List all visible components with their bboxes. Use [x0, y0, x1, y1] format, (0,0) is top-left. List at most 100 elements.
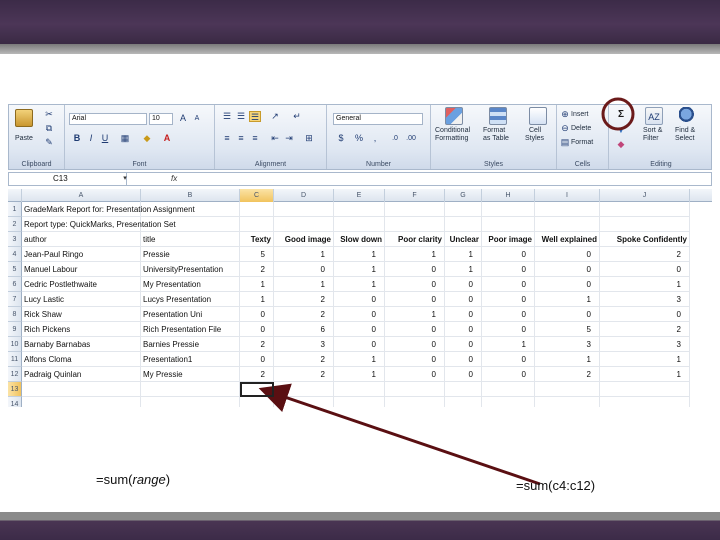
select-all-corner[interactable] — [8, 189, 22, 202]
row-header[interactable]: 7 — [8, 292, 22, 307]
cell-c6[interactable]: 1 — [240, 277, 274, 292]
underline-button[interactable]: U — [99, 133, 111, 144]
cell-g2[interactable] — [445, 217, 482, 232]
cell-j2[interactable] — [600, 217, 690, 232]
cell-b2[interactable] — [141, 217, 240, 232]
cell-b6[interactable]: My Presentation — [141, 277, 240, 292]
cell-f7[interactable]: 0 — [385, 292, 445, 307]
cell-h10[interactable]: 1 — [482, 337, 535, 352]
cell-i6[interactable]: 0 — [535, 277, 600, 292]
cell-j14[interactable] — [600, 397, 690, 407]
number-format-combo[interactable]: General — [333, 113, 423, 125]
cell-a6[interactable]: Cedric Postlethwaite — [22, 277, 141, 292]
cell-f8[interactable]: 1 — [385, 307, 445, 322]
cell-i4[interactable]: 0 — [535, 247, 600, 262]
cell-d4[interactable]: 1 — [274, 247, 334, 262]
cell-h5[interactable]: 0 — [482, 262, 535, 277]
sort-filter-icon[interactable]: AZ — [645, 107, 663, 125]
cell-c10[interactable]: 2 — [240, 337, 274, 352]
cell-j13[interactable] — [600, 382, 690, 397]
cell-b5[interactable]: UniversityPresentation — [141, 262, 240, 277]
currency-button[interactable]: $ — [335, 133, 347, 144]
cell-g8[interactable]: 0 — [445, 307, 482, 322]
cell-e11[interactable]: 1 — [334, 352, 385, 367]
cell-f5[interactable]: 0 — [385, 262, 445, 277]
cell-d8[interactable]: 2 — [274, 307, 334, 322]
cell-e10[interactable]: 0 — [334, 337, 385, 352]
cell-j3[interactable]: Spoke Confidently — [600, 232, 690, 247]
cell-f4[interactable]: 1 — [385, 247, 445, 262]
cell-styles-label-1[interactable]: Cell — [529, 127, 541, 135]
cell-e8[interactable]: 0 — [334, 307, 385, 322]
cell-h11[interactable]: 0 — [482, 352, 535, 367]
column-header-g[interactable]: G — [445, 189, 482, 202]
column-header-h[interactable]: H — [482, 189, 535, 202]
cell-c7[interactable]: 1 — [240, 292, 274, 307]
cell-a9[interactable]: Rich Pickens — [22, 322, 141, 337]
cell-g7[interactable]: 0 — [445, 292, 482, 307]
column-header-f[interactable]: F — [385, 189, 445, 202]
row-header[interactable]: 2 — [8, 217, 22, 232]
cell-g9[interactable]: 0 — [445, 322, 482, 337]
merge-center-icon[interactable]: ⊞ — [303, 133, 315, 144]
cell-e5[interactable]: 1 — [334, 262, 385, 277]
insert-cells-icon[interactable]: ⊕ — [559, 109, 571, 120]
cell-i5[interactable]: 0 — [535, 262, 600, 277]
align-right-icon[interactable]: ≡ — [249, 133, 261, 144]
cell-a14[interactable] — [22, 397, 141, 407]
cell-a13[interactable] — [22, 382, 141, 397]
wrap-text-icon[interactable]: ↵ — [291, 111, 303, 122]
cell-a10[interactable]: Barnaby Barnabas — [22, 337, 141, 352]
comma-button[interactable]: , — [369, 133, 381, 144]
format-as-table-label-1[interactable]: Format — [483, 127, 505, 135]
row-header[interactable]: 9 — [8, 322, 22, 337]
cell-f10[interactable]: 0 — [385, 337, 445, 352]
cell-g1[interactable] — [445, 202, 482, 217]
cell-f2[interactable] — [385, 217, 445, 232]
cell-b12[interactable]: My Pressie — [141, 367, 240, 382]
paste-button[interactable]: Paste — [15, 135, 33, 143]
find-select-label-1[interactable]: Find & — [675, 127, 695, 135]
cell-h1[interactable] — [482, 202, 535, 217]
grow-font-icon[interactable]: A — [177, 113, 189, 124]
cell-e9[interactable]: 0 — [334, 322, 385, 337]
align-bottom-icon[interactable]: ☰ — [249, 111, 261, 122]
cell-a3[interactable]: author — [22, 232, 141, 247]
borders-icon[interactable]: ▦ — [119, 133, 131, 144]
column-header-b[interactable]: B — [141, 189, 240, 202]
cell-a4[interactable]: Jean-Paul Ringo — [22, 247, 141, 262]
cell-g6[interactable]: 0 — [445, 277, 482, 292]
orientation-icon[interactable]: ↗ — [269, 111, 281, 122]
cell-e6[interactable]: 1 — [334, 277, 385, 292]
copy-icon[interactable]: ⧉ — [43, 123, 55, 134]
fill-color-icon[interactable]: ◆ — [141, 133, 153, 144]
format-as-table-label-2[interactable]: as Table — [483, 135, 509, 143]
cell-j1[interactable] — [600, 202, 690, 217]
column-header-j[interactable]: J — [600, 189, 690, 202]
fx-label[interactable]: fx — [171, 173, 177, 185]
cell-c13[interactable] — [240, 382, 274, 397]
align-center-icon[interactable]: ≡ — [235, 133, 247, 144]
row-header[interactable]: 6 — [8, 277, 22, 292]
cell-e7[interactable]: 0 — [334, 292, 385, 307]
cell-h9[interactable]: 0 — [482, 322, 535, 337]
cell-a5[interactable]: Manuel Labour — [22, 262, 141, 277]
cell-d1[interactable] — [274, 202, 334, 217]
cell-h6[interactable]: 0 — [482, 277, 535, 292]
find-select-icon[interactable] — [679, 107, 697, 125]
font-color-icon[interactable]: A — [161, 133, 173, 144]
cell-d6[interactable]: 1 — [274, 277, 334, 292]
cell-h8[interactable]: 0 — [482, 307, 535, 322]
column-header-a[interactable]: A — [22, 189, 141, 202]
italic-button[interactable]: I — [85, 133, 97, 144]
row-header[interactable]: 12 — [8, 367, 22, 382]
cell-b4[interactable]: Pressie — [141, 247, 240, 262]
paste-icon[interactable] — [15, 109, 33, 127]
cell-i2[interactable] — [535, 217, 600, 232]
cell-g10[interactable]: 0 — [445, 337, 482, 352]
cell-i11[interactable]: 1 — [535, 352, 600, 367]
increase-indent-icon[interactable]: ⇥ — [283, 133, 295, 144]
cell-h2[interactable] — [482, 217, 535, 232]
increase-decimal-icon[interactable]: .0 — [389, 133, 401, 144]
cut-icon[interactable]: ✂ — [43, 109, 55, 120]
